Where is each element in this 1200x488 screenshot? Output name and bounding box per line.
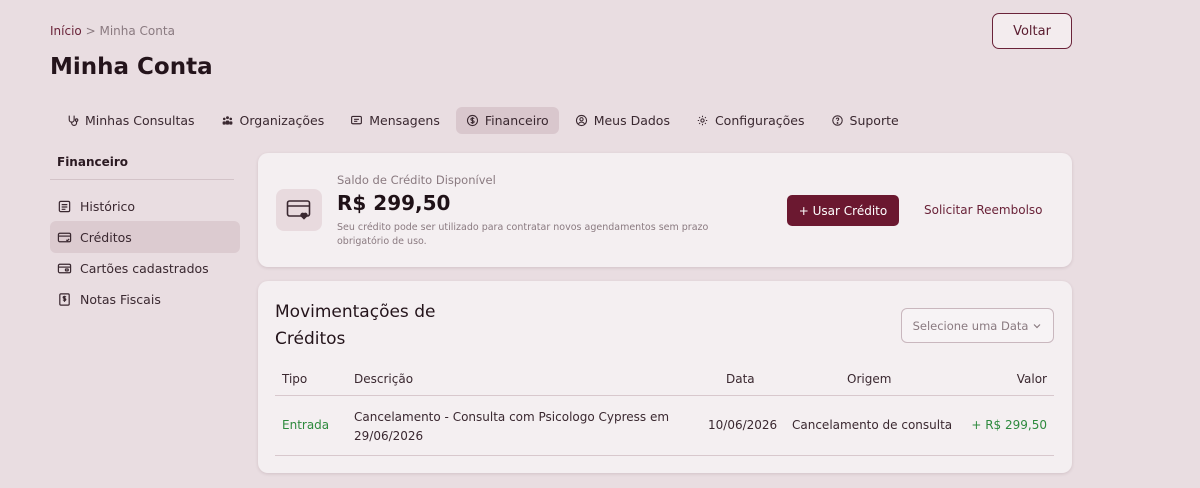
history-icon xyxy=(58,200,71,212)
row-type: Entrada xyxy=(282,418,330,432)
tab-meus-dados[interactable]: Meus Dados xyxy=(565,107,680,134)
credit-card-heart-icon xyxy=(286,200,311,220)
breadcrumb-separator: > xyxy=(85,24,96,38)
tab-label: Organizações xyxy=(239,113,325,128)
tab-label: Meus Dados xyxy=(593,113,670,128)
user-icon xyxy=(575,114,587,127)
gear-icon xyxy=(697,115,708,126)
dollar-icon xyxy=(466,114,478,127)
back-button[interactable]: Voltar xyxy=(992,13,1072,49)
tab-label: Configurações xyxy=(714,113,805,128)
credit-balance-card: Saldo de Crédito Disponível R$ 299,50 Se… xyxy=(258,153,1072,267)
sidebar-divider xyxy=(50,179,234,180)
credit-balance-amount: R$ 299,50 xyxy=(337,191,451,215)
date-select[interactable]: Selecione uma Data xyxy=(901,308,1054,343)
credits-icon xyxy=(57,232,72,242)
credit-balance-label: Saldo de Crédito Disponível xyxy=(337,173,496,187)
row-origin: Cancelamento de consulta xyxy=(792,418,953,432)
table-row-divider xyxy=(275,455,1054,456)
cards-icon xyxy=(57,263,72,273)
column-header-value: Valor xyxy=(1016,372,1047,386)
column-header-description: Descrição xyxy=(354,372,414,386)
sidebar-item-label: Créditos xyxy=(80,229,132,245)
account-tabs: Minhas Consultas Organizações Mensagens … xyxy=(56,107,915,134)
sidebar-item-creditos[interactable]: Créditos xyxy=(50,221,240,253)
tab-financeiro[interactable]: Financeiro xyxy=(455,107,559,134)
breadcrumb-current: Minha Conta xyxy=(99,24,175,38)
tab-organizacoes[interactable]: Organizações xyxy=(211,107,335,134)
tab-minhas-consultas[interactable]: Minhas Consultas xyxy=(56,107,205,134)
breadcrumb: Início > Minha Conta xyxy=(50,24,175,38)
organizations-icon xyxy=(222,116,232,125)
tab-label: Mensagens xyxy=(369,113,440,128)
request-refund-link[interactable]: Solicitar Reembolso xyxy=(924,203,1043,217)
tab-configuracoes[interactable]: Configurações xyxy=(686,107,815,134)
invoice-icon xyxy=(59,292,70,306)
row-date: 10/06/2026 xyxy=(708,418,778,432)
use-credit-button[interactable]: + Usar Crédito xyxy=(787,195,899,226)
help-icon xyxy=(831,115,843,126)
tab-label: Financeiro xyxy=(484,113,549,128)
row-value: + R$ 299,50 xyxy=(971,418,1047,432)
table-header-divider xyxy=(275,395,1054,396)
sidebar-item-label: Histórico xyxy=(80,198,136,214)
sidebar-item-label: Notas Fiscais xyxy=(80,291,161,307)
credit-balance-note: Seu crédito pode ser utilizado para cont… xyxy=(337,222,709,247)
credit-movements-card: Movimentações de Créditos Selecione uma … xyxy=(258,281,1072,473)
tab-label: Minhas Consultas xyxy=(85,113,195,128)
messages-icon xyxy=(351,115,363,125)
column-header-date: Data xyxy=(726,372,755,386)
chevron-down-icon xyxy=(1034,323,1041,328)
consultations-icon xyxy=(68,115,79,126)
breadcrumb-home-link[interactable]: Início xyxy=(50,24,82,38)
sidebar-title: Financeiro xyxy=(57,155,129,169)
row-description: Cancelamento - Consulta com Psicologo Cy… xyxy=(354,410,670,443)
date-select-placeholder: Selecione uma Data xyxy=(912,318,1029,333)
movements-title: Movimentações de Créditos xyxy=(275,302,436,349)
sidebar-item-notas-fiscais[interactable]: Notas Fiscais xyxy=(50,283,240,315)
sidebar-item-historico[interactable]: Histórico xyxy=(50,190,240,222)
credit-card-icon-box xyxy=(276,189,322,231)
page-title: Minha Conta xyxy=(50,54,213,80)
column-header-origin: Origem xyxy=(847,372,892,386)
tab-suporte[interactable]: Suporte xyxy=(821,107,909,134)
sidebar-item-cartoes[interactable]: Cartões cadastrados xyxy=(50,252,240,284)
sidebar-item-label: Cartões cadastrados xyxy=(80,260,209,276)
tab-mensagens[interactable]: Mensagens xyxy=(340,107,450,134)
column-header-type: Tipo xyxy=(282,372,308,386)
tab-label: Suporte xyxy=(849,113,899,128)
